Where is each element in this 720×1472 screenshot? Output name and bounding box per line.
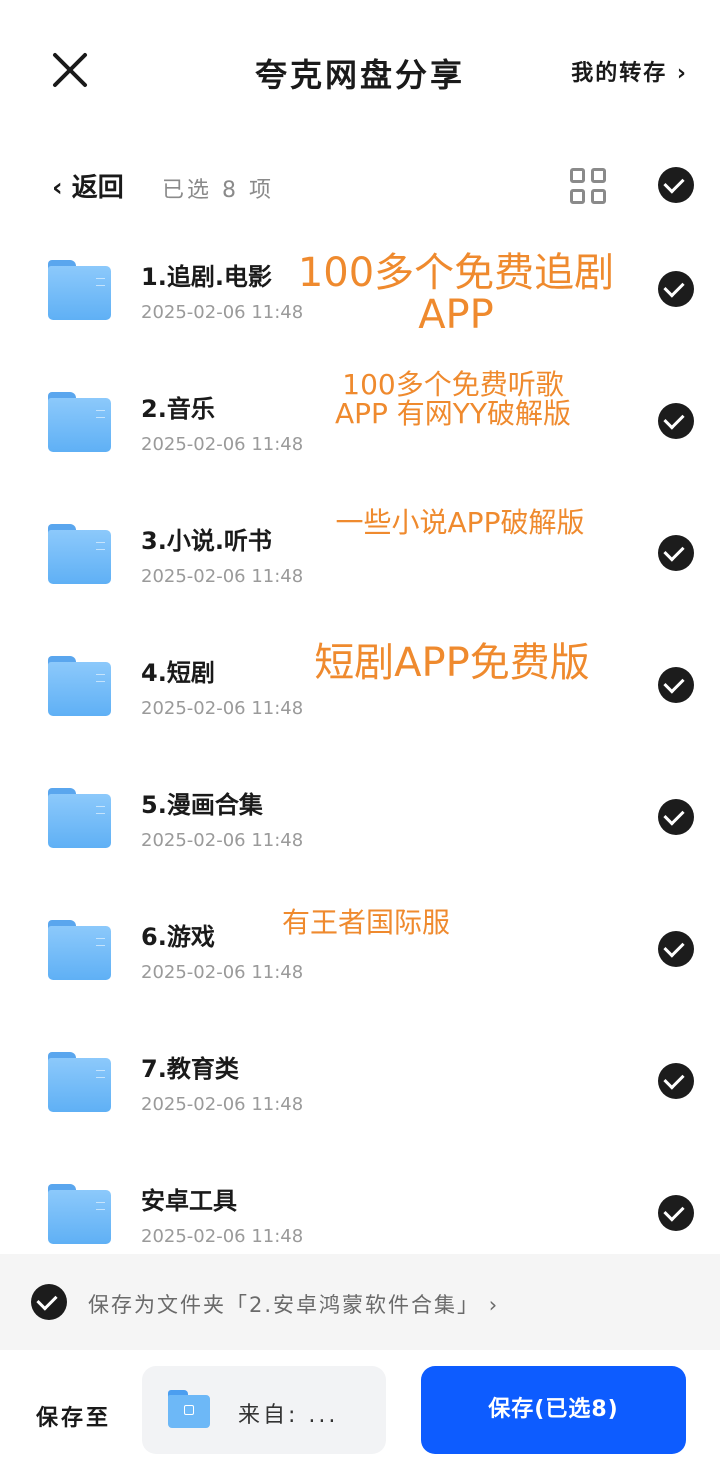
folder-icon bbox=[48, 656, 111, 716]
folder-icon bbox=[48, 1052, 111, 1112]
destination-text: 来自: ... bbox=[238, 1403, 339, 1428]
file-date: 2025-02-06 11:48 bbox=[141, 698, 304, 719]
file-checkbox[interactable] bbox=[658, 1063, 694, 1099]
file-name: 安卓工具 bbox=[141, 1187, 237, 1215]
top-bar: 夸克网盘分享 我的转存 › bbox=[0, 0, 720, 140]
bottom-bar: 保存至 来自: ... 保存(已选8) bbox=[0, 1350, 720, 1472]
file-checkbox[interactable] bbox=[658, 667, 694, 703]
annotation-text: 有王者国际服 bbox=[281, 906, 450, 939]
save-as-folder-option[interactable]: 保存为文件夹「2.安卓鸿蒙软件合集」 › bbox=[0, 1254, 720, 1350]
file-date: 2025-02-06 11:48 bbox=[141, 566, 304, 587]
back-button[interactable]: ‹ 返回 bbox=[52, 167, 124, 204]
folder-icon bbox=[48, 920, 111, 980]
file-date: 2025-02-06 11:48 bbox=[141, 1226, 304, 1247]
select-all-checkbox[interactable] bbox=[658, 167, 694, 203]
file-checkbox[interactable] bbox=[658, 799, 694, 835]
file-row[interactable]: 1.追剧.电影 2025-02-06 11:48 100多个免费追剧 APP bbox=[0, 222, 720, 354]
file-checkbox[interactable] bbox=[658, 535, 694, 571]
file-name: 1.追剧.电影 bbox=[141, 263, 272, 291]
save-as-folder-label: 保存为文件夹「2.安卓鸿蒙软件合集」 › bbox=[88, 1293, 500, 1317]
annotation-text: 短剧APP免费版 bbox=[314, 640, 590, 686]
file-name: 2.音乐 bbox=[141, 395, 215, 423]
file-row[interactable]: 2.音乐 2025-02-06 11:48 100多个免费听歌 APP 有网YY破解… bbox=[0, 354, 720, 486]
file-date: 2025-02-06 11:48 bbox=[141, 830, 304, 851]
file-name: 4.短剧 bbox=[141, 659, 215, 687]
file-row[interactable]: 6.游戏 2025-02-06 11:48 有王者国际服 bbox=[0, 882, 720, 1014]
file-date: 2025-02-06 11:48 bbox=[141, 434, 304, 455]
save-as-folder-checkbox[interactable] bbox=[31, 1284, 67, 1320]
file-row[interactable]: 4.短剧 2025-02-06 11:48 短剧APP免费版 bbox=[0, 618, 720, 750]
destination-picker[interactable]: 来自: ... bbox=[142, 1366, 386, 1454]
file-list: 1.追剧.电影 2025-02-06 11:48 100多个免费追剧 APP 2.音乐… bbox=[0, 222, 720, 1254]
file-checkbox[interactable] bbox=[658, 403, 694, 439]
annotation-text: 100多个免费听歌 APP 有网YY破解版 bbox=[334, 368, 572, 431]
file-row[interactable]: 5.漫画合集 2025-02-06 11:48 bbox=[0, 750, 720, 882]
file-name: 7.教育类 bbox=[141, 1055, 239, 1083]
file-name: 3.小说.听书 bbox=[141, 527, 272, 555]
folder-icon bbox=[48, 788, 111, 848]
file-checkbox[interactable] bbox=[658, 931, 694, 967]
file-row[interactable]: 3.小说.听书 2025-02-06 11:48 一些小说APP破解版 bbox=[0, 486, 720, 618]
folder-icon bbox=[48, 1184, 111, 1244]
folder-icon bbox=[48, 260, 111, 320]
file-row[interactable]: 安卓工具 2025-02-06 11:48 bbox=[0, 1146, 720, 1254]
selection-bar: ‹ 返回 已选 8 项 bbox=[0, 155, 720, 215]
annotation-text: 一些小说APP破解版 bbox=[335, 506, 585, 539]
file-date: 2025-02-06 11:48 bbox=[141, 302, 304, 323]
file-name: 6.游戏 bbox=[141, 923, 215, 951]
my-transfer-link[interactable]: 我的转存 › bbox=[571, 55, 688, 87]
folder-icon bbox=[48, 392, 111, 452]
folder-icon bbox=[168, 1390, 210, 1428]
file-name: 5.漫画合集 bbox=[141, 791, 263, 819]
save-button[interactable]: 保存(已选8) bbox=[421, 1366, 686, 1454]
file-checkbox[interactable] bbox=[658, 271, 694, 307]
selected-count: 已选 8 项 bbox=[162, 178, 274, 203]
save-to-label: 保存至 bbox=[36, 1406, 112, 1431]
annotation-text: 100多个免费追剧 APP bbox=[297, 250, 615, 338]
folder-icon bbox=[48, 524, 111, 584]
file-date: 2025-02-06 11:48 bbox=[141, 962, 304, 983]
grid-view-icon[interactable] bbox=[568, 166, 608, 206]
file-date: 2025-02-06 11:48 bbox=[141, 1094, 304, 1115]
file-row[interactable]: 7.教育类 2025-02-06 11:48 bbox=[0, 1014, 720, 1146]
file-checkbox[interactable] bbox=[658, 1195, 694, 1231]
